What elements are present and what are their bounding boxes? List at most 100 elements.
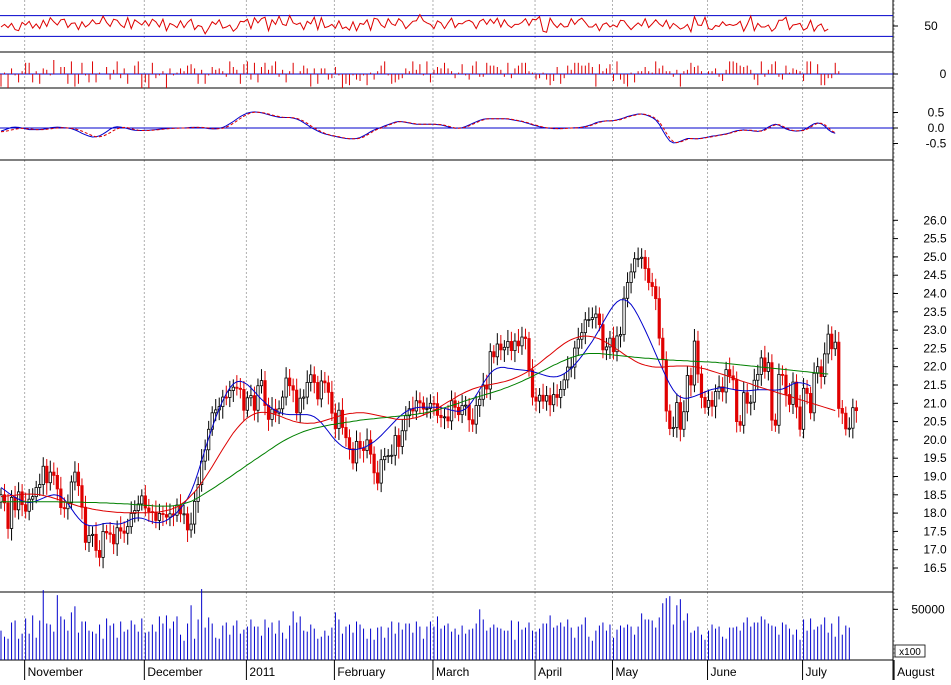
x-tick-label: April: [538, 665, 562, 679]
candle-body: [640, 256, 644, 259]
candle-body: [157, 513, 161, 521]
y-tick-label: 0.5: [928, 106, 945, 120]
candle-body: [231, 386, 235, 391]
y-tick-label: 22.5: [923, 341, 947, 355]
candle-body: [471, 419, 475, 425]
candle-body: [386, 455, 390, 458]
candle-body: [361, 447, 366, 451]
y-tick-label: 20.0: [923, 433, 947, 447]
candle-body: [161, 513, 165, 515]
y-tick-label: 18.0: [923, 506, 947, 520]
y-tick-label: 25.0: [923, 250, 947, 264]
candle-body: [108, 532, 112, 535]
candle-body: [168, 513, 172, 518]
candle-body: [492, 351, 496, 358]
candle-body: [351, 448, 355, 464]
candle-body: [735, 379, 739, 423]
candle-body: [742, 392, 746, 426]
candle-body: [235, 386, 239, 389]
candle-body: [826, 333, 830, 355]
candle-body: [745, 392, 749, 404]
candle-body: [562, 379, 566, 390]
candle-body: [604, 346, 609, 351]
candle-body: [418, 400, 422, 404]
candle-body: [189, 523, 193, 531]
candle-body: [692, 340, 697, 386]
candle-body: [112, 533, 116, 545]
candle-body: [464, 404, 468, 407]
candle-body: [738, 421, 742, 426]
candle-body: [555, 394, 559, 398]
candle-body: [668, 410, 672, 429]
candle-body: [689, 375, 693, 386]
candle-body: [597, 313, 602, 326]
y-tick-label: 16.5: [923, 561, 947, 575]
x-tick-label: December: [147, 665, 202, 679]
candle-body: [847, 427, 851, 430]
candle-body: [576, 338, 580, 349]
x-tick-label: August: [897, 665, 935, 679]
y-tick-label: 18.5: [923, 488, 947, 502]
candle-body: [629, 271, 633, 283]
candle-body: [126, 526, 130, 534]
candle-body: [675, 402, 679, 428]
candle-body: [559, 388, 563, 398]
y-tick-label: 17.5: [923, 524, 947, 538]
candle-body: [636, 257, 640, 260]
candle-body: [319, 380, 323, 400]
candle-body: [280, 396, 285, 410]
candle-body: [80, 485, 84, 508]
candle-body: [87, 535, 91, 543]
candle-body: [678, 402, 682, 430]
candle-body: [594, 313, 598, 319]
candle-body: [13, 496, 17, 511]
y-tick-label: 19.0: [923, 470, 947, 484]
candle-body: [140, 495, 144, 505]
candle-body: [249, 395, 253, 399]
candle-body: [534, 396, 538, 402]
candle-body: [24, 504, 28, 512]
y-tick-label: 19.5: [923, 451, 947, 465]
x-tick-label: February: [337, 665, 385, 679]
candle-body: [309, 374, 313, 383]
candle-body: [766, 362, 770, 372]
candle-body: [752, 379, 756, 403]
candle-body: [119, 527, 123, 532]
candle-body: [520, 336, 524, 347]
candle-body: [284, 377, 288, 398]
candle-body: [566, 366, 570, 381]
candle-body: [664, 359, 668, 412]
y-tick-label: 26.0: [923, 213, 947, 227]
candle-body: [657, 298, 661, 339]
candle-body: [777, 373, 781, 426]
candle-body: [252, 395, 257, 411]
candle-body: [154, 511, 158, 521]
candle-body: [48, 471, 52, 484]
candle-body: [756, 373, 760, 381]
candle-body: [164, 514, 169, 518]
candle-body: [312, 374, 316, 383]
candle-body: [414, 400, 418, 412]
candle-body: [238, 387, 242, 390]
candle-body: [192, 500, 197, 525]
volume-unit-label: x100: [899, 647, 921, 658]
candle-body: [34, 487, 38, 498]
candle-body: [340, 409, 345, 428]
candle-body: [372, 453, 376, 474]
candle-body: [397, 435, 401, 447]
candle-body: [302, 396, 306, 399]
candle-body: [358, 440, 362, 449]
candle-body: [45, 465, 49, 484]
y-tick-label: 0: [940, 67, 947, 81]
candle-body: [611, 337, 616, 353]
y-tick-label: 24.5: [923, 268, 947, 282]
candle-body: [55, 475, 59, 490]
candle-body: [601, 324, 605, 351]
candle-body: [390, 454, 394, 457]
candle-body: [784, 374, 788, 395]
candle-body: [650, 282, 654, 287]
candle-body: [425, 408, 429, 410]
candle-body: [97, 550, 102, 558]
candle-body: [545, 395, 549, 402]
candle-body: [62, 507, 66, 510]
